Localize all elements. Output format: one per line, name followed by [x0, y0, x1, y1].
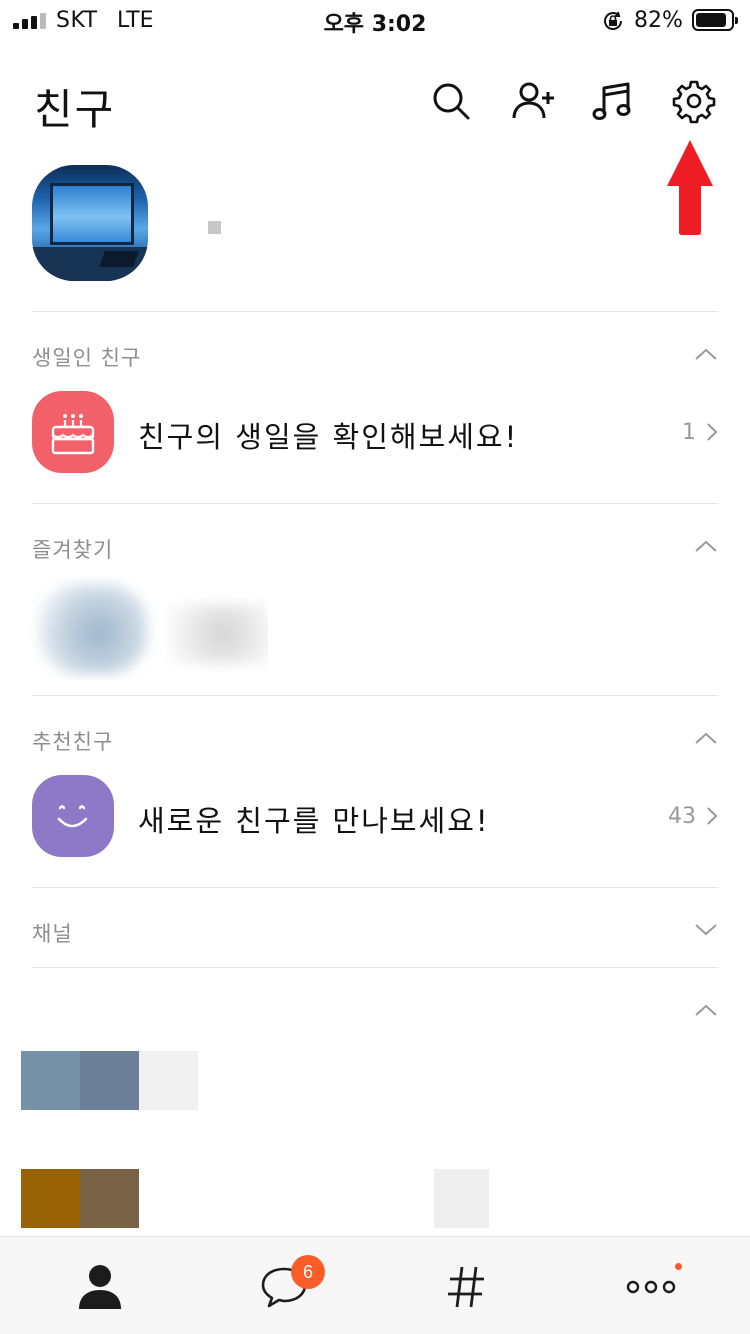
divider — [32, 503, 718, 504]
friend-avatar-pixelated[interactable] — [80, 1051, 139, 1110]
friend-name-pixelated[interactable] — [139, 1051, 198, 1110]
birthday-row-text[interactable]: 친구의 생일을 확인해보세요! — [138, 414, 518, 456]
person-icon — [79, 1265, 121, 1309]
chevron-up-icon[interactable] — [694, 347, 718, 361]
friend-avatar-pixelated[interactable] — [21, 1169, 80, 1228]
birthday-cake-icon — [32, 391, 114, 473]
friend-avatar-pixelated[interactable] — [21, 1051, 80, 1110]
music-icon — [592, 82, 631, 120]
chevron-down-icon[interactable] — [694, 923, 718, 937]
more-dots-icon — [626, 1280, 676, 1294]
page-title: 친구 — [34, 85, 116, 134]
section-title-channel: 채널 — [32, 922, 73, 946]
more-tab[interactable] — [624, 1261, 678, 1311]
divider — [32, 887, 718, 888]
section-title-favorites: 즐겨찾기 — [32, 538, 114, 562]
rotation-lock-icon — [604, 11, 623, 30]
battery-icon — [692, 9, 738, 31]
birthday-count: 1 — [682, 420, 696, 445]
chat-unread-badge: 6 — [291, 1255, 325, 1289]
divider — [32, 311, 718, 312]
friend-status-pixelated[interactable] — [434, 1169, 489, 1228]
search-button[interactable] — [428, 78, 474, 124]
hashtag-icon — [448, 1266, 484, 1308]
divider — [32, 695, 718, 696]
settings-button[interactable] — [671, 78, 717, 124]
section-title-recommended: 추천친구 — [32, 730, 114, 754]
hashtag-tab[interactable] — [440, 1261, 492, 1311]
divider — [32, 967, 718, 968]
my-profile-name-redacted[interactable] — [208, 221, 221, 234]
battery-percent: 82% — [634, 8, 683, 33]
friends-tab[interactable] — [74, 1261, 126, 1311]
new-indicator-dot — [675, 1263, 682, 1270]
add-friend-button[interactable] — [510, 78, 556, 124]
red-arrow-annotation — [667, 140, 713, 235]
chevron-up-icon[interactable] — [694, 731, 718, 745]
chevron-right-icon[interactable] — [706, 422, 718, 442]
search-icon — [433, 83, 470, 120]
recommended-count: 43 — [668, 804, 696, 829]
music-button[interactable] — [590, 78, 636, 124]
chevron-up-icon[interactable] — [694, 1003, 718, 1017]
section-title-birthday: 생일인 친구 — [32, 346, 142, 370]
bottom-tab-bar — [0, 1236, 750, 1334]
favorite-friend-blurred[interactable] — [28, 574, 268, 680]
add-friend-icon — [512, 82, 554, 119]
chevron-up-icon[interactable] — [694, 539, 718, 553]
smile-face-icon — [32, 775, 114, 857]
chevron-right-icon[interactable] — [706, 806, 718, 826]
friend-avatar-pixelated[interactable] — [80, 1169, 139, 1228]
status-bar: SKT LTE 오후 3:02 82% — [0, 0, 750, 40]
settings-icon — [672, 80, 716, 124]
recommended-row-text[interactable]: 새로운 친구를 만나보세요! — [138, 798, 490, 840]
my-profile-avatar[interactable] — [32, 165, 148, 281]
